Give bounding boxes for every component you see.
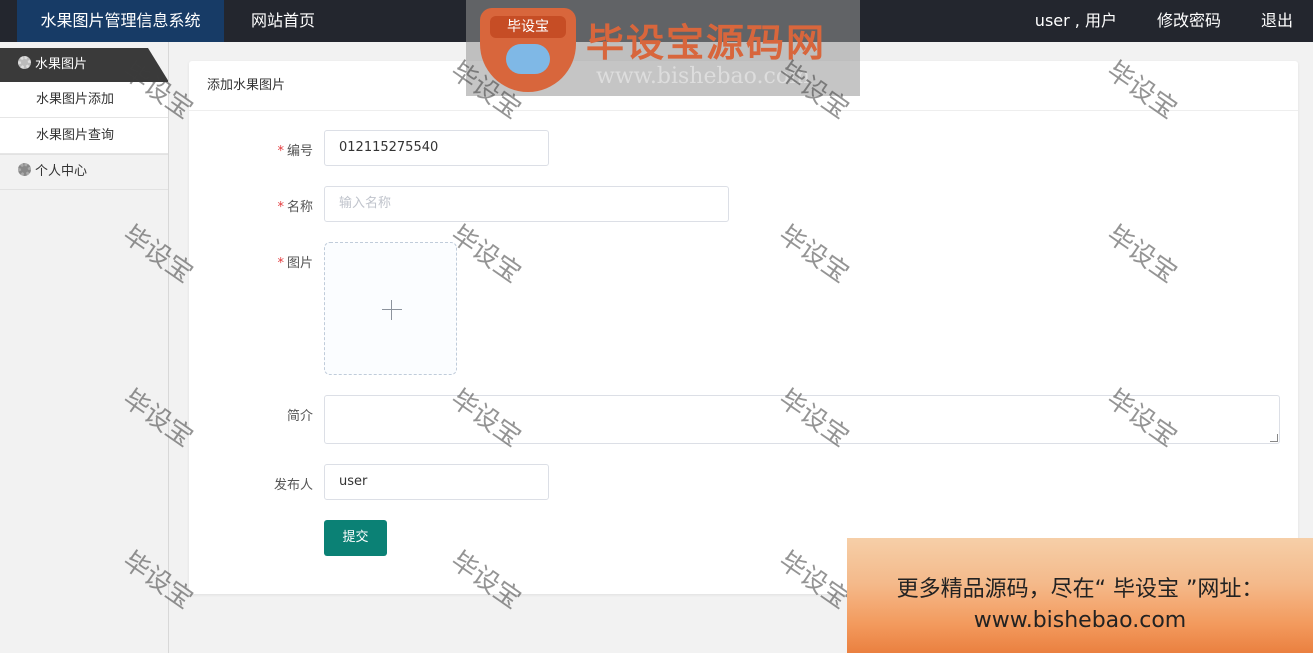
image-upload[interactable]	[324, 242, 457, 375]
submit-button[interactable]: 提交	[324, 520, 387, 556]
code-input[interactable]: 012115275540	[324, 130, 549, 166]
field-label-publisher: 发布人	[273, 478, 313, 493]
field-label-intro: 简介	[286, 409, 313, 424]
plus-icon-vertical	[391, 300, 392, 320]
nav-home-link[interactable]: 网站首页	[232, 0, 334, 42]
gear-icon	[18, 56, 31, 69]
change-password-link[interactable]: 修改密码	[1137, 0, 1241, 42]
sidebar-group-personal-center[interactable]: 个人中心	[0, 155, 168, 189]
top-right-menu: user , 用户 修改密码 退出	[1015, 0, 1313, 42]
logout-link[interactable]: 退出	[1241, 0, 1313, 42]
watermark-logo: 毕设宝 毕设宝源码网 www.bishebao.com	[466, 0, 860, 96]
field-label-code: * 编号	[277, 144, 313, 159]
sidebar-item-query-fruit-image[interactable]: 水果图片查询	[0, 118, 168, 154]
logo-badge-icon: 毕设宝	[480, 8, 576, 92]
gear-icon	[18, 163, 31, 176]
user-menu[interactable]: user , 用户	[1015, 0, 1137, 42]
ad-text-line1: 更多精品源码，尽在“ 毕设宝 ”网址：	[896, 577, 1264, 602]
intro-textarea[interactable]	[324, 395, 1280, 444]
ad-text-line2: www.bishebao.com	[973, 608, 1187, 633]
logo-url: www.bishebao.com	[596, 64, 810, 89]
brand-title[interactable]: 水果图片管理信息系统	[17, 0, 224, 42]
ad-banner[interactable]: 更多精品源码，尽在“ 毕设宝 ”网址： www.bishebao.com	[847, 538, 1313, 653]
logo-badge-text: 毕设宝	[490, 16, 566, 38]
required-mark: *	[277, 200, 284, 215]
sidebar-group-fruit-images[interactable]: 水果图片	[0, 48, 168, 82]
add-form-card: 添加水果图片 * 编号 012115275540 * 名称 输入名称 * 图片 简介 …	[189, 61, 1298, 594]
sidebar-group-label: 个人中心	[35, 164, 88, 179]
plus-icon	[382, 309, 402, 310]
required-mark: *	[277, 256, 284, 271]
required-mark: *	[277, 144, 284, 159]
field-label-name: * 名称	[277, 200, 313, 215]
logo-face-icon	[506, 44, 550, 74]
sidebar-group-label: 水果图片	[35, 57, 88, 72]
sidebar-item-add-fruit-image[interactable]: 水果图片添加	[0, 82, 168, 118]
divider	[0, 189, 168, 190]
publisher-input[interactable]: user	[324, 464, 549, 500]
logo-title: 毕设宝源码网	[586, 21, 827, 65]
name-input[interactable]: 输入名称	[324, 186, 729, 222]
field-label-image: * 图片	[277, 256, 313, 271]
sidebar: 水果图片 水果图片添加 水果图片查询 个人中心	[0, 42, 169, 653]
